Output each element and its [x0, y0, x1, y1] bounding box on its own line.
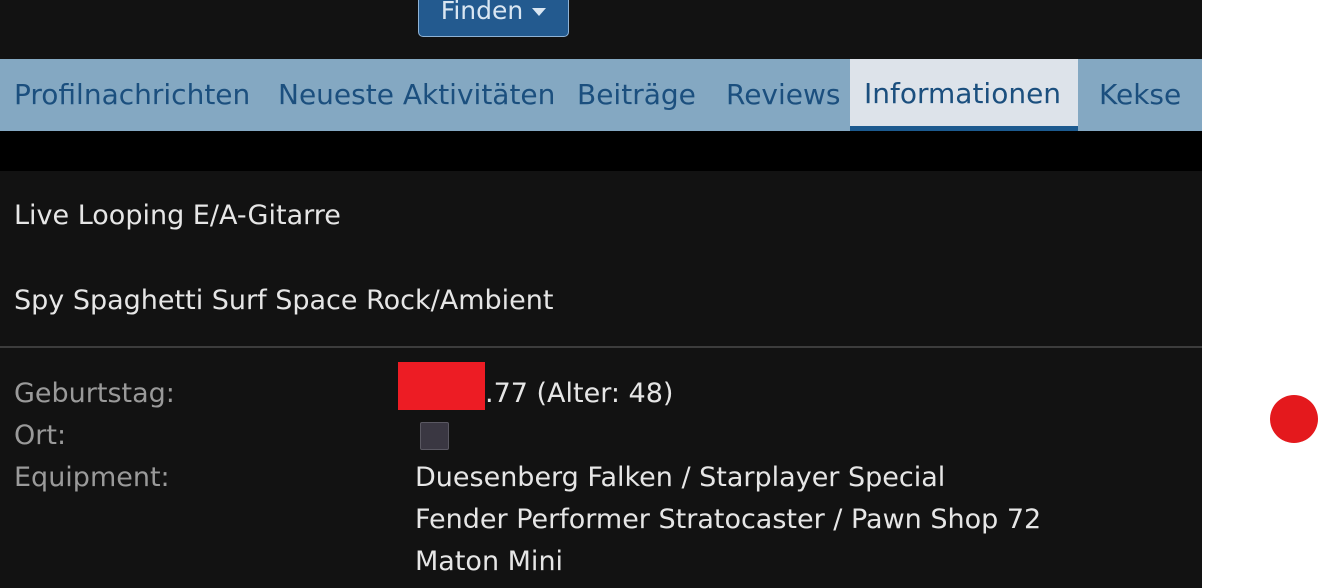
equipment-item: Fender Performer Stratocaster / Pawn Sho… — [415, 504, 1042, 535]
tab-neueste-aktivitaeten[interactable]: Neueste Aktivitäten — [264, 59, 569, 131]
red-dot-marker — [1270, 395, 1318, 443]
tab-reviews[interactable]: Reviews — [712, 59, 855, 131]
tab-label: Neueste Aktivitäten — [278, 78, 556, 111]
equipment-item: Duesenberg Falken / Starplayer Special — [415, 462, 946, 493]
caret-down-icon — [532, 8, 547, 16]
tab-beitraege[interactable]: Beiträge — [563, 59, 710, 131]
redaction-box — [398, 362, 485, 410]
equipment-item: Maton Mini — [415, 546, 564, 577]
location-label: Ort: — [14, 420, 67, 451]
equipment-label: Equipment: — [14, 462, 170, 493]
about-line: Spy Spaghetti Surf Space Rock/Ambient — [14, 285, 554, 316]
top-bar: Finden — [0, 0, 1202, 59]
tab-label: Beiträge — [577, 78, 696, 111]
tab-label: Profilnachrichten — [14, 78, 251, 111]
tab-label: Informationen — [864, 77, 1062, 110]
tab-label: Kekse — [1099, 78, 1182, 111]
find-button-label: Finden — [440, 0, 524, 25]
tab-label: Reviews — [726, 78, 841, 111]
section-divider — [0, 346, 1202, 348]
tab-informationen[interactable]: Informationen — [850, 59, 1078, 131]
find-dropdown-button[interactable]: Finden — [418, 0, 569, 37]
location-flag-icon — [420, 422, 449, 450]
separator-band — [0, 131, 1202, 171]
birthday-label: Geburtstag: — [14, 378, 175, 409]
about-line: Live Looping E/A-Gitarre — [14, 200, 341, 231]
tab-profilnachrichten[interactable]: Profilnachrichten — [0, 59, 264, 131]
profile-panel: Finden Profilnachrichten Neueste Aktivit… — [0, 0, 1202, 588]
tab-kekse[interactable]: Kekse — [1085, 59, 1195, 131]
profile-tab-bar: Profilnachrichten Neueste Aktivitäten Be… — [0, 59, 1202, 131]
birthday-value: .77 (Alter: 48) — [485, 378, 674, 409]
